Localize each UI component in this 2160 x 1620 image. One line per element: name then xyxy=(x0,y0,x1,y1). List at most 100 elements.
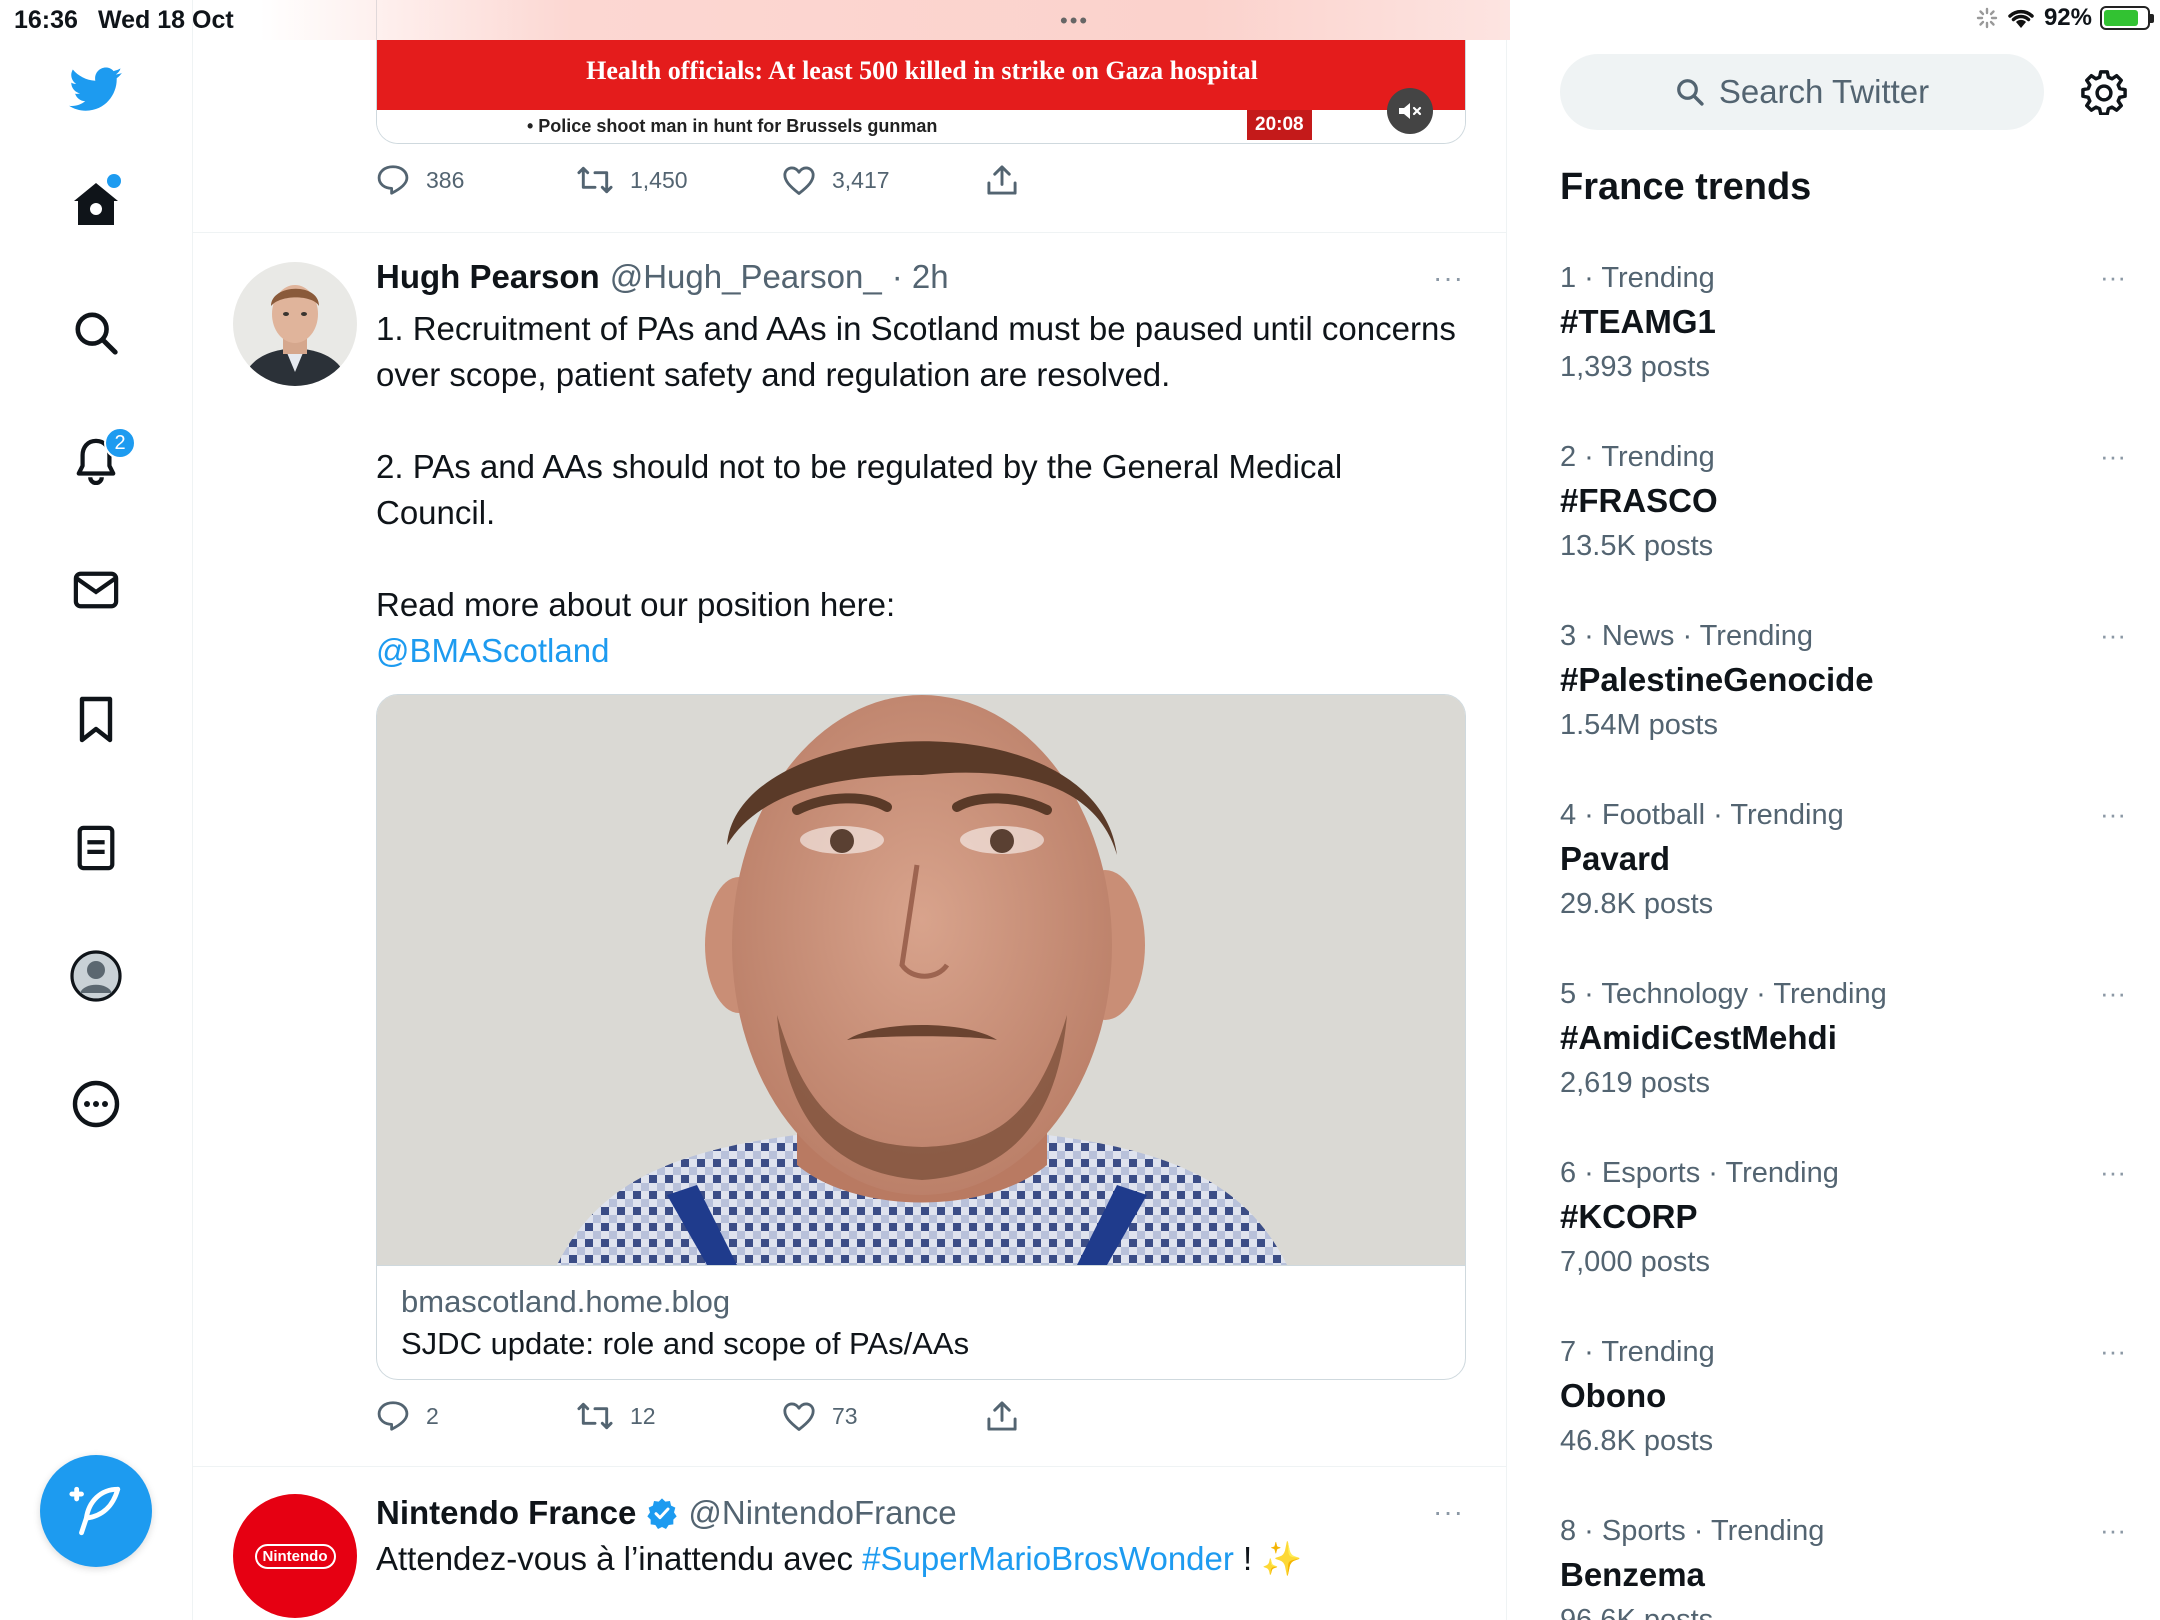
trend-more-button[interactable]: ··· xyxy=(2100,978,2126,1009)
reply-button[interactable]: 386 xyxy=(376,164,576,196)
tweet-timestamp[interactable]: · 2h xyxy=(892,258,949,296)
retweet-icon xyxy=(577,166,613,194)
news-banner-headline: Health officials: At least 500 killed in… xyxy=(377,40,1465,112)
retweet-count: 1,450 xyxy=(630,166,688,193)
share-button[interactable] xyxy=(986,164,1018,196)
status-time: 16:36 xyxy=(14,6,78,34)
trend-meta: 4 · Football · Trending xyxy=(1560,799,1844,831)
trend-more-button[interactable]: ··· xyxy=(2100,1336,2126,1367)
trend-more-button[interactable]: ··· xyxy=(2100,1515,2126,1546)
trend-meta: 3 · News · Trending xyxy=(1560,620,1814,652)
lists-icon[interactable] xyxy=(66,818,126,878)
tweet-author-avatar[interactable] xyxy=(233,262,357,386)
trend-meta: 6 · Esports · Trending xyxy=(1560,1157,1839,1189)
trend-more-button[interactable]: ··· xyxy=(2100,441,2126,472)
tweet-paragraph-3: Read more about our position here: xyxy=(376,586,896,623)
trend-meta: 8 · Sports · Trending xyxy=(1560,1515,1825,1547)
search-icon[interactable] xyxy=(66,303,126,363)
author-name[interactable]: Nintendo France xyxy=(376,1494,636,1532)
trend-meta: 7 · Trending xyxy=(1560,1336,1715,1368)
trend-item[interactable]: 8 · Sports · Trending Benzema 96.6K post… xyxy=(1560,1515,2140,1620)
verified-badge-icon xyxy=(647,1498,678,1529)
loading-icon xyxy=(1976,7,1998,29)
trend-item[interactable]: 3 · News · Trending #PalestineGenocide 1… xyxy=(1560,620,2140,798)
tweet-divider xyxy=(193,1466,1506,1467)
trend-item[interactable]: 1 · Trending #TEAMG1 1,393 posts ··· xyxy=(1560,262,2140,440)
mute-button[interactable] xyxy=(1387,88,1433,134)
trend-name: #KCORP xyxy=(1560,1198,1698,1235)
trend-posts: 2,619 posts xyxy=(1560,1067,1710,1099)
hashtag-link[interactable]: #SuperMarioBrosWonder xyxy=(862,1540,1234,1577)
nintendo-logo: Nintendo xyxy=(254,1543,336,1569)
compose-tweet-button[interactable] xyxy=(40,1455,152,1567)
home-unread-dot xyxy=(107,174,121,188)
trend-meta: 1 · Trending xyxy=(1560,262,1715,294)
share-icon xyxy=(987,1401,1017,1431)
link-preview-card[interactable]: bmascotland.home.blog SJDC update: role … xyxy=(376,694,1466,1380)
trend-name: Pavard xyxy=(1560,840,1671,877)
trend-name: Obono xyxy=(1560,1377,1667,1414)
settings-gear-icon[interactable] xyxy=(2076,64,2132,120)
trend-more-button[interactable]: ··· xyxy=(2100,1157,2126,1188)
battery-percent: 92% xyxy=(2043,4,2092,31)
tweet-actions: 2 12 73 xyxy=(376,1400,1018,1432)
tweet-more-button[interactable]: ··· xyxy=(1433,262,1464,294)
author-handle[interactable]: @NintendoFrance xyxy=(688,1494,956,1532)
tweet-more-button[interactable]: ··· xyxy=(1433,1496,1464,1528)
twitter-logo-icon[interactable] xyxy=(66,60,126,120)
tweet-paragraph-2: 2. PAs and AAs should not to be regulate… xyxy=(376,448,1343,531)
card-title: SJDC update: role and scope of PAs/AAs xyxy=(401,1326,970,1361)
retweet-button[interactable]: 12 xyxy=(576,1401,782,1431)
trend-posts: 7,000 posts xyxy=(1560,1246,1710,1278)
trend-name: #TEAMG1 xyxy=(1560,303,1716,340)
tweet-paragraph-1: 1. Recruitment of PAs and AAs in Scotlan… xyxy=(376,310,1456,393)
trend-more-button[interactable]: ··· xyxy=(2100,262,2126,293)
share-button[interactable] xyxy=(986,1400,1018,1432)
retweet-button[interactable]: 1,450 xyxy=(576,165,782,195)
heart-icon xyxy=(783,166,815,195)
tweet-text-end: ! ✨ xyxy=(1233,1540,1303,1577)
status-right: 92% xyxy=(1976,4,2154,32)
reply-count: 386 xyxy=(426,166,465,193)
multitasking-dots[interactable]: ••• xyxy=(1060,8,1089,34)
card-photo xyxy=(377,695,1465,1265)
messages-envelope-icon[interactable] xyxy=(66,560,126,620)
tweet-author-avatar[interactable]: Nintendo xyxy=(233,1494,357,1618)
trend-name: #AmidiCestMehdi xyxy=(1560,1019,1837,1056)
retweet-icon xyxy=(577,1402,613,1430)
reply-count: 2 xyxy=(426,1402,439,1429)
trend-posts: 1,393 posts xyxy=(1560,351,1710,383)
more-options-icon[interactable] xyxy=(66,1074,126,1134)
like-button[interactable]: 73 xyxy=(782,1401,986,1431)
search-bar[interactable]: Search Twitter xyxy=(1560,54,2044,130)
trend-posts: 1.54M posts xyxy=(1560,709,1718,741)
trend-more-button[interactable]: ··· xyxy=(2100,799,2126,830)
trend-more-button[interactable]: ··· xyxy=(2100,620,2126,651)
author-handle[interactable]: @Hugh_Pearson_ xyxy=(610,258,882,296)
author-name[interactable]: Hugh Pearson xyxy=(376,258,600,296)
reply-button[interactable]: 2 xyxy=(376,1400,576,1432)
profile-avatar-icon[interactable] xyxy=(66,946,126,1006)
like-count: 3,417 xyxy=(832,166,890,193)
notifications-badge: 2 xyxy=(104,427,136,459)
sidebar: 2 xyxy=(0,0,193,1620)
trend-item[interactable]: 5 · Technology · Trending #AmidiCestMehd… xyxy=(1560,978,2140,1156)
tweet-text-start: Attendez-vous à l’inattendu avec xyxy=(376,1540,863,1577)
notifications-bell-icon[interactable]: 2 xyxy=(66,427,136,491)
right-column: Search Twitter France trends 1 · Trendin… xyxy=(1508,0,2160,1620)
like-button[interactable]: 3,417 xyxy=(782,165,986,195)
speaker-muted-icon xyxy=(1399,103,1422,119)
trend-item[interactable]: 6 · Esports · Trending #KCORP 7,000 post… xyxy=(1560,1157,2140,1335)
bookmarks-icon[interactable] xyxy=(66,690,126,750)
tweet-body: Attendez-vous à l’inattendu avec #SuperM… xyxy=(376,1536,1466,1582)
trend-item[interactable]: 4 · Football · Trending Pavard 29.8K pos… xyxy=(1560,799,2140,977)
trend-name: Benzema xyxy=(1560,1556,1705,1593)
trend-posts: 13.5K posts xyxy=(1560,530,1714,562)
trend-meta: 5 · Technology · Trending xyxy=(1560,978,1887,1010)
mention-link[interactable]: @BMAScotland xyxy=(376,632,609,669)
trend-item[interactable]: 7 · Trending Obono 46.8K posts ··· xyxy=(1560,1336,2140,1514)
home-icon[interactable] xyxy=(66,174,126,234)
card-domain: bmascotland.home.blog xyxy=(401,1284,731,1319)
trend-item[interactable]: 2 · Trending #FRASCO 13.5K posts ··· xyxy=(1560,441,2140,619)
tweet-actions: 386 1,450 3,417 xyxy=(376,164,1018,196)
